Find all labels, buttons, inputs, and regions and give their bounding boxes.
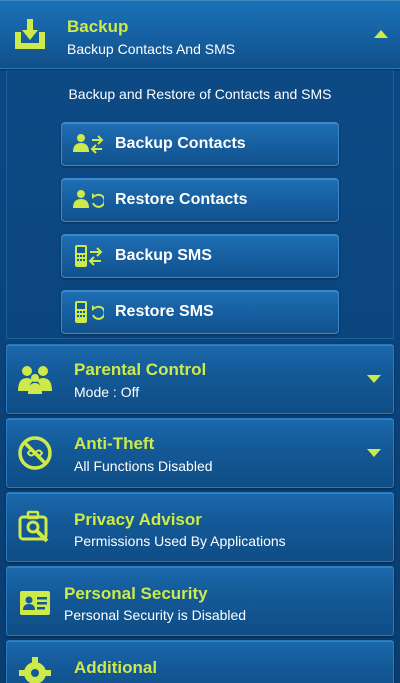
app-screen: Backup Backup Contacts And SMS Backup an… [0,0,400,683]
chevron-down-icon[interactable] [367,449,381,457]
personal-security-icon [20,591,50,615]
section-title: Privacy Advisor [74,510,202,529]
chevron-down-icon[interactable] [367,375,381,383]
section-title: Backup [67,17,129,36]
anti-theft-icon [18,436,52,470]
additional-icon [19,657,51,683]
button-label: Restore SMS [115,303,214,320]
section-subtitle: Mode : Off [74,384,140,400]
restore-sms-icon [75,301,104,323]
chevron-up-icon[interactable] [374,30,388,38]
section-subtitle: Permissions Used By Applications [74,533,286,549]
section-anti-theft[interactable]: Anti-Theft All Functions Disabled [6,418,394,488]
restore-contacts-button[interactable]: Restore Contacts [61,178,339,222]
section-subtitle: Backup Contacts And SMS [67,41,236,57]
section-title: Parental Control [74,360,207,379]
button-label: Backup SMS [115,247,212,264]
panel-title: Backup and Restore of Contacts and SMS [68,86,332,102]
section-title: Personal Security [64,584,208,603]
section-subtitle: All Functions Disabled [74,458,213,474]
button-label: Backup Contacts [115,135,246,152]
section-additional[interactable]: Additional [6,640,394,683]
backup-contacts-icon [73,134,104,154]
parental-control-icon [18,366,52,394]
button-label: Restore Contacts [115,191,248,208]
section-personal-security[interactable]: Personal Security Personal Security is D… [6,566,394,636]
section-privacy-advisor[interactable]: Privacy Advisor Permissions Used By Appl… [6,492,394,562]
restore-contacts-icon [73,190,104,208]
backup-sms-button[interactable]: Backup SMS [61,234,339,278]
section-title: Anti-Theft [74,434,155,453]
backup-panel: Backup and Restore of Contacts and SMS B… [6,70,394,339]
restore-sms-button[interactable]: Restore SMS [61,290,339,334]
backup-icon [15,19,45,49]
backup-sms-icon [75,245,103,267]
section-backup-header[interactable]: Backup Backup Contacts And SMS [0,0,400,69]
privacy-advisor-icon [18,510,49,543]
backup-contacts-button[interactable]: Backup Contacts [61,122,339,166]
section-subtitle: Personal Security is Disabled [64,607,247,623]
section-title: Additional [74,658,158,677]
section-parental-control[interactable]: Parental Control Mode : Off [6,344,394,414]
